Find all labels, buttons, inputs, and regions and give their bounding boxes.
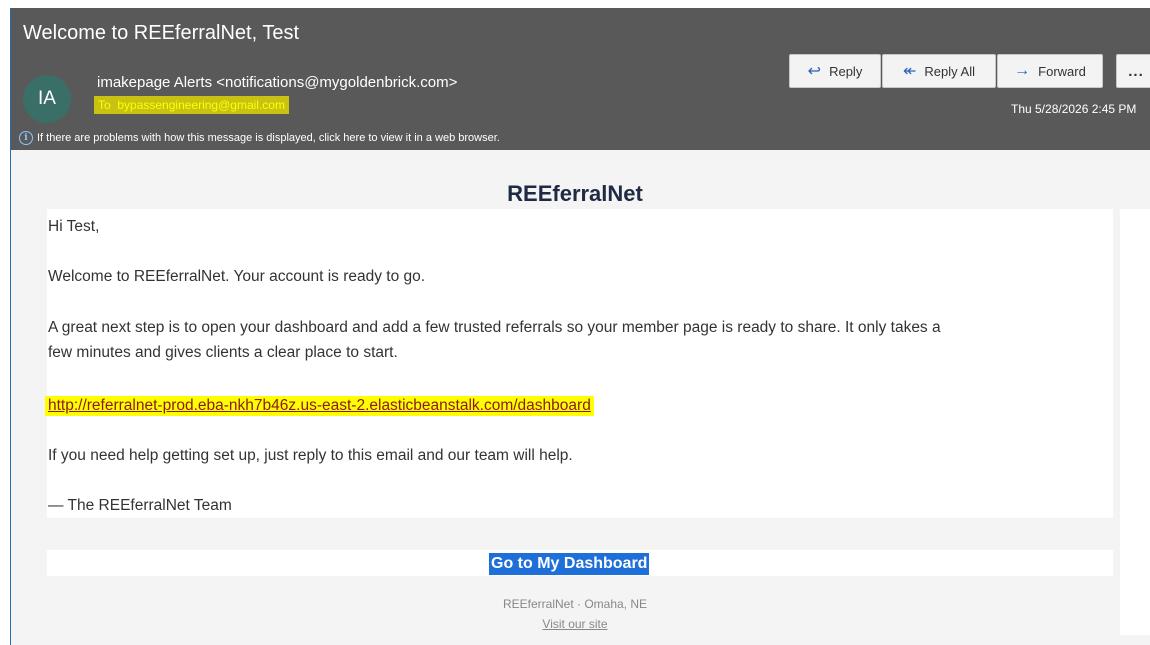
sender-avatar[interactable]: IA (23, 75, 71, 123)
footer-location: REEferralNet · Omaha, NE (502, 597, 648, 611)
reply-all-label: Reply All (924, 63, 975, 79)
reply-all-arrow-icon: ↞ (903, 63, 917, 80)
brand-title: REEferralNet (507, 181, 643, 206)
reply-button[interactable]: ↩ Reply (789, 54, 881, 88)
recipient-line[interactable]: To bypassengineering@gmail.com (94, 96, 289, 114)
go-to-dashboard-button[interactable]: Go to My Dashboard (489, 553, 650, 575)
recipient-label: To (98, 98, 111, 112)
email-subject: Welcome to REEferralNet, Test (23, 22, 300, 44)
received-datetime: Thu 5/28/2026 2:45 PM (1011, 102, 1137, 116)
reply-all-button[interactable]: ↞ Reply All (882, 54, 996, 88)
visit-site-link[interactable]: Visit our site (542, 617, 607, 631)
body-right-panel (1120, 209, 1150, 635)
view-in-browser-notice[interactable]: i If there are problems with how this me… (19, 131, 500, 145)
greeting-text: Hi Test, (48, 218, 100, 235)
welcome-text: Welcome to REEferralNet. Your account is… (48, 268, 426, 285)
info-text[interactable]: If there are problems with how this mess… (37, 132, 500, 144)
help-text: If you need help getting set up, just re… (48, 447, 573, 464)
message-header: Welcome to REEferralNet, Test IA imakepa… (10, 8, 1150, 150)
message-card (47, 209, 1113, 518)
dashboard-link[interactable]: http://referralnet-prod.eba-nkh7b46z.us-… (45, 396, 594, 416)
forward-arrow-icon: → (1014, 62, 1031, 79)
more-actions-button[interactable]: ... (1116, 54, 1150, 88)
reply-label: Reply (829, 63, 863, 79)
next-step-text-line1: A great next step is to open your dashbo… (48, 319, 941, 336)
forward-label: Forward (1038, 63, 1086, 79)
signoff-text: — The REEferralNet Team (48, 497, 232, 514)
reply-arrow-icon: ↩ (807, 63, 822, 80)
next-step-text-line2: few minutes and gives clients a clear pl… (48, 344, 398, 361)
forward-button[interactable]: → Forward (997, 54, 1103, 88)
recipient-address[interactable]: bypassengineering@gmail.com (117, 98, 285, 112)
sender-address[interactable]: imakepage Alerts <notifications@mygolden… (97, 74, 457, 91)
info-icon: i (19, 131, 33, 145)
